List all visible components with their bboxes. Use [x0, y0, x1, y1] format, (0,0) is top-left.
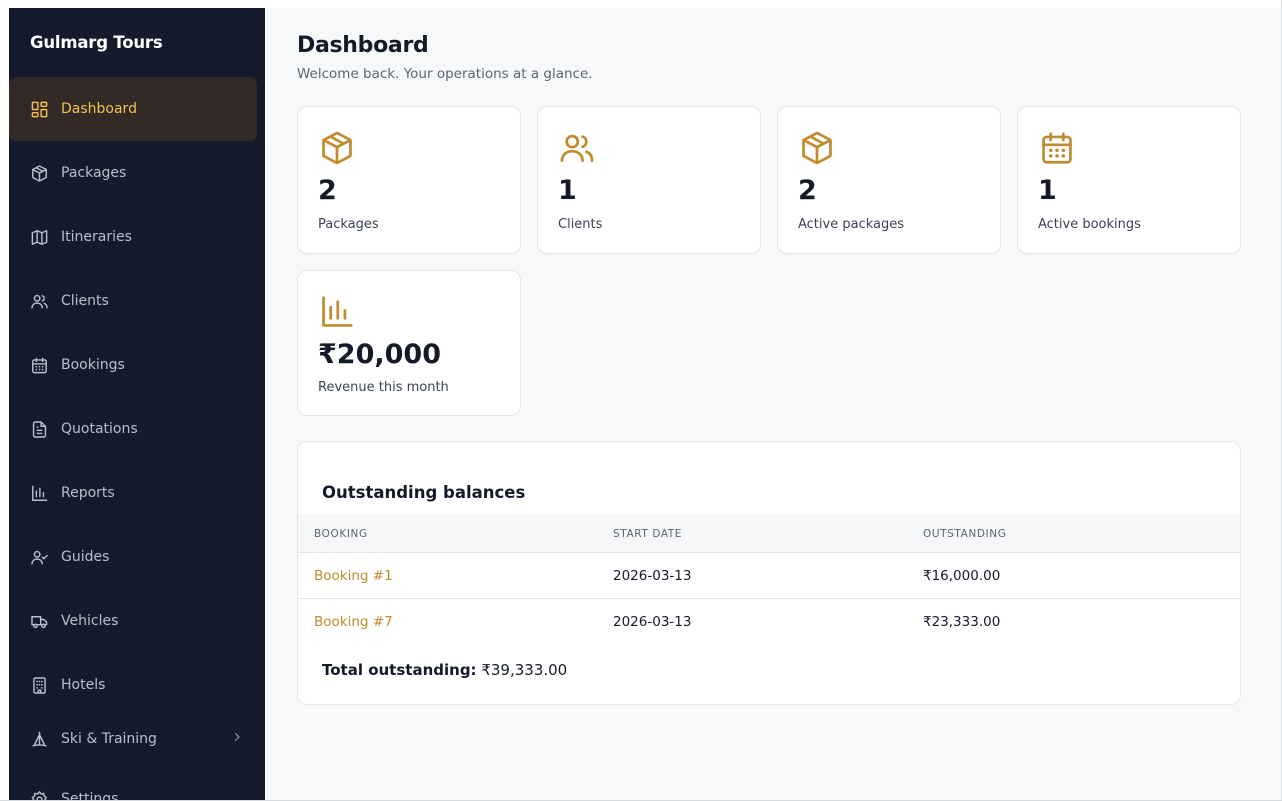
map-icon: [29, 227, 49, 247]
sidebar-item-dashboard[interactable]: Dashboard: [9, 77, 257, 141]
sidebar-item-ski-training[interactable]: Ski & Training: [9, 709, 257, 769]
sidebar-item-label: Reports: [61, 485, 115, 501]
sidebar-item-label: Hotels: [61, 677, 106, 693]
stat-label: Active packages: [798, 217, 904, 232]
sidebar-item-label: Settings: [61, 791, 119, 800]
sidebar-item-clients[interactable]: Clients: [9, 269, 257, 333]
table-row: Booking #7 2026-03-13 ₹23,333.00: [298, 599, 1240, 645]
column-header-outstanding: OUTSTANDING: [923, 528, 1007, 540]
sidebar-item-label: Clients: [61, 293, 109, 309]
truck-icon: [29, 611, 49, 631]
stat-label: Active bookings: [1038, 217, 1141, 232]
sidebar-item-label: Packages: [61, 165, 127, 181]
sidebar: Gulmarg Tours Dashboard Packages Itinera…: [9, 8, 265, 800]
sidebar-item-label: Itineraries: [61, 229, 132, 245]
document-icon: [29, 419, 49, 439]
app-shell: Gulmarg Tours Dashboard Packages Itinera…: [9, 8, 1281, 800]
users-icon: [29, 291, 49, 311]
stat-card-active-bookings[interactable]: 1 Active bookings: [1017, 106, 1241, 254]
sidebar-item-guides[interactable]: Guides: [9, 525, 257, 589]
panel-title: Outstanding balances: [322, 483, 526, 502]
sidebar-item-vehicles[interactable]: Vehicles: [9, 589, 257, 653]
total-outstanding-label: Total outstanding:: [322, 661, 477, 679]
table-header: BOOKING START DATE OUTSTANDING: [298, 514, 1240, 553]
chevron-right-icon: [234, 732, 240, 742]
column-header-start-date: START DATE: [613, 528, 683, 540]
calendar-icon: [1042, 132, 1072, 164]
sidebar-item-label: Guides: [61, 549, 110, 565]
start-date-cell: 2026-03-13: [613, 568, 692, 584]
stat-value: ₹20,000: [318, 339, 441, 370]
total-outstanding: Total outstanding: ₹39,333.00: [322, 661, 567, 679]
bar-chart-icon: [29, 483, 49, 503]
outstanding-cell: ₹16,000.00: [923, 568, 1001, 584]
stat-label: Revenue this month: [318, 380, 449, 395]
booking-link[interactable]: Booking #1: [314, 568, 393, 584]
package-icon: [802, 131, 832, 165]
stat-card-revenue[interactable]: ₹20,000 Revenue this month: [297, 270, 521, 416]
column-header-booking: BOOKING: [314, 528, 368, 540]
outstanding-cell: ₹23,333.00: [923, 614, 1001, 630]
main-content: Dashboard Welcome back. Your operations …: [265, 8, 1281, 800]
stat-value: 2: [798, 175, 817, 206]
stat-label: Packages: [318, 217, 379, 232]
users-icon: [560, 134, 594, 163]
sidebar-item-label: Vehicles: [61, 613, 119, 629]
building-icon: [29, 675, 49, 695]
bar-chart-icon: [322, 296, 353, 327]
sidebar-item-label: Quotations: [61, 421, 138, 437]
stat-value: 2: [318, 175, 337, 206]
gear-icon: [29, 789, 49, 800]
outstanding-balances-panel: Outstanding balances BOOKING START DATE …: [297, 441, 1241, 705]
stat-value: 1: [1038, 175, 1057, 206]
start-date-cell: 2026-03-13: [613, 614, 692, 630]
stat-card-clients[interactable]: 1 Clients: [537, 106, 761, 254]
total-outstanding-value: ₹39,333.00: [481, 661, 568, 679]
sidebar-item-label: Bookings: [61, 357, 125, 373]
sidebar-item-packages[interactable]: Packages: [9, 141, 257, 205]
ski-icon: [29, 729, 49, 749]
sidebar-item-quotations[interactable]: Quotations: [9, 397, 257, 461]
calendar-icon: [29, 355, 49, 375]
dashboard-icon: [29, 99, 49, 119]
user-check-icon: [29, 547, 49, 567]
brand-title: Gulmarg Tours: [30, 33, 163, 52]
stat-value: 1: [558, 175, 577, 206]
package-icon: [322, 131, 352, 165]
sidebar-item-label: Ski & Training: [61, 731, 157, 747]
sidebar-item-label: Dashboard: [61, 101, 137, 117]
booking-link[interactable]: Booking #7: [314, 614, 393, 630]
sidebar-item-bookings[interactable]: Bookings: [9, 333, 257, 397]
sidebar-item-settings[interactable]: Settings: [9, 769, 257, 800]
package-icon: [29, 163, 49, 183]
page-title: Dashboard: [297, 33, 429, 58]
table-row: Booking #1 2026-03-13 ₹16,000.00: [298, 553, 1240, 599]
sidebar-item-reports[interactable]: Reports: [9, 461, 257, 525]
sidebar-item-itineraries[interactable]: Itineraries: [9, 205, 257, 269]
stat-card-active-packages[interactable]: 2 Active packages: [777, 106, 1001, 254]
sidebar-item-hotels[interactable]: Hotels: [9, 653, 257, 717]
stat-card-packages[interactable]: 2 Packages: [297, 106, 521, 254]
page-subtitle: Welcome back. Your operations at a glanc…: [297, 66, 593, 82]
stat-label: Clients: [558, 217, 603, 232]
